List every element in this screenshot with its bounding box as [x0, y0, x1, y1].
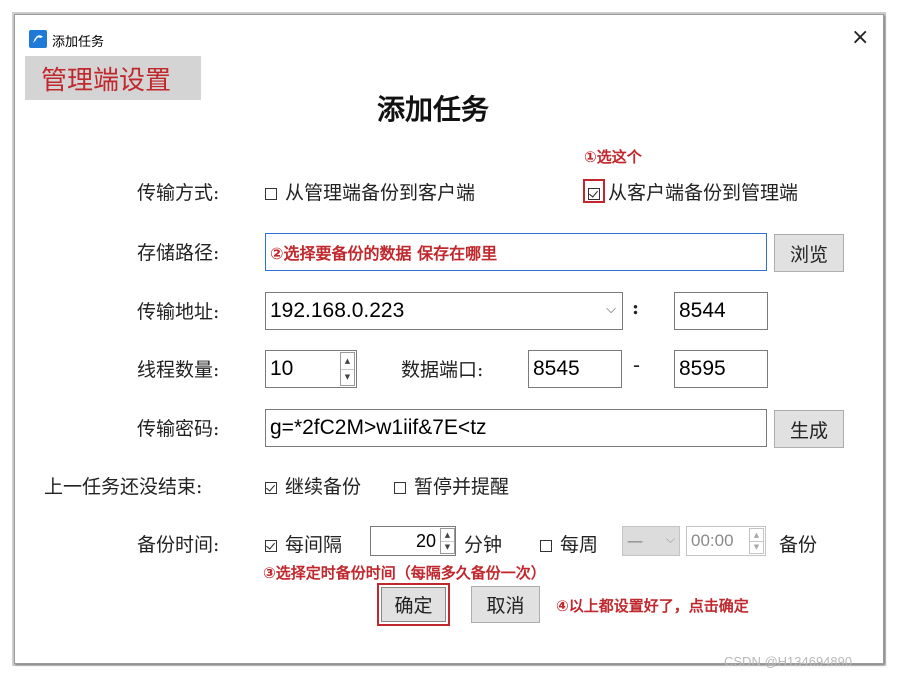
watermark: CSDN @H134694890: [724, 654, 853, 669]
data-port-from-input[interactable]: 8545: [528, 350, 622, 388]
generate-button[interactable]: 生成: [774, 410, 844, 448]
page-title: 添加任务: [377, 93, 490, 126]
address-port-value: 8544: [679, 299, 726, 322]
data-port-to-input[interactable]: 8595: [674, 350, 768, 388]
ok-button[interactable]: 确定: [381, 587, 446, 622]
pause-option[interactable]: 暂停并提醒: [394, 472, 509, 499]
backup-time-label: 备份时间:: [137, 534, 220, 556]
storage-path-label: 存储路径:: [137, 242, 220, 264]
weekday-value: 一: [627, 535, 644, 552]
close-icon[interactable]: ×: [851, 25, 869, 51]
interval-value: 20: [415, 530, 436, 551]
stepper-down-icon[interactable]: ▼: [441, 540, 454, 554]
option-manager-to-client[interactable]: 从管理端备份到客户端: [265, 178, 475, 205]
annotation-3: ③选择定时备份时间（每隔多久备份一次）: [263, 564, 546, 582]
stepper-up-icon[interactable]: ▲: [441, 529, 454, 541]
checkbox-continue[interactable]: [265, 482, 277, 494]
backup-suffix-label: 备份: [779, 534, 818, 556]
checkbox-client-to-manager[interactable]: [588, 188, 600, 200]
checkbox-weekly[interactable]: [540, 540, 552, 552]
pause-label: 暂停并提醒: [414, 476, 510, 498]
checkbox-pause[interactable]: [394, 482, 406, 494]
ip-select[interactable]: 192.168.0.223 ⌵: [265, 292, 623, 330]
section-tab-label: 管理端设置: [41, 66, 172, 96]
stepper-up-icon: ▲: [753, 530, 760, 539]
checkbox-manager-to-client[interactable]: [265, 188, 277, 200]
option-manager-to-client-label: 从管理端备份到客户端: [285, 182, 476, 204]
port-dash: -: [633, 354, 640, 377]
stepper-up-icon[interactable]: ▲: [341, 353, 354, 369]
threads-value: 10: [270, 357, 294, 380]
checkbox-interval[interactable]: [265, 540, 277, 552]
address-colon: :: [632, 297, 640, 319]
ip-value: 192.168.0.223: [270, 299, 405, 322]
stepper-down-icon: ▼: [750, 540, 763, 554]
data-port-label: 数据端口:: [401, 359, 484, 381]
data-port-to-value: 8595: [679, 357, 726, 380]
interval-option[interactable]: 每间隔: [265, 530, 342, 557]
transfer-mode-label: 传输方式:: [137, 182, 220, 204]
weekly-option[interactable]: 每周: [540, 530, 598, 557]
interval-label: 每间隔: [285, 534, 343, 556]
cancel-button[interactable]: 取消: [471, 586, 540, 623]
annotation-1: ①选这个: [584, 148, 642, 166]
option-client-to-manager-label: 从客户端备份到管理端: [608, 182, 799, 204]
continue-label: 继续备份: [285, 476, 362, 498]
data-port-from-value: 8545: [533, 357, 580, 380]
app-icon: [29, 30, 47, 48]
minutes-label: 分钟: [464, 534, 503, 556]
transfer-address-label: 传输地址:: [137, 301, 220, 323]
storage-path-value: ②选择要备份的数据 保存在哪里: [270, 244, 498, 263]
stepper-down-icon[interactable]: ▼: [341, 368, 354, 386]
continue-option[interactable]: 继续备份: [265, 472, 361, 499]
time-value: 00:00: [691, 531, 734, 550]
interval-stepper[interactable]: ▲ ▼: [440, 528, 455, 554]
annotation-4: ④以上都设置好了，点击确定: [556, 597, 749, 615]
password-value: g=*2fC2M>w1iif&7E<tz: [270, 416, 487, 439]
weekly-label: 每周: [560, 534, 599, 556]
time-stepper: ▲ ▼: [749, 528, 764, 554]
window-title: 添加任务: [52, 35, 105, 50]
password-label: 传输密码:: [137, 418, 220, 440]
option-client-to-manager[interactable]: 从客户端备份到管理端: [588, 178, 798, 205]
password-input[interactable]: g=*2fC2M>w1iif&7E<tz: [265, 409, 767, 447]
threads-label: 线程数量:: [137, 359, 220, 381]
address-port-input[interactable]: 8544: [674, 292, 768, 330]
threads-stepper[interactable]: ▲ ▼: [340, 352, 355, 386]
weekday-select: 一 ⌵: [622, 526, 680, 556]
chevron-down-icon[interactable]: ⌵: [606, 301, 616, 317]
storage-path-input[interactable]: ②选择要备份的数据 保存在哪里: [265, 233, 767, 271]
browse-button[interactable]: 浏览: [774, 234, 844, 272]
unfinished-label: 上一任务还没结束:: [44, 476, 203, 498]
chevron-down-icon: ⌵: [665, 532, 675, 546]
